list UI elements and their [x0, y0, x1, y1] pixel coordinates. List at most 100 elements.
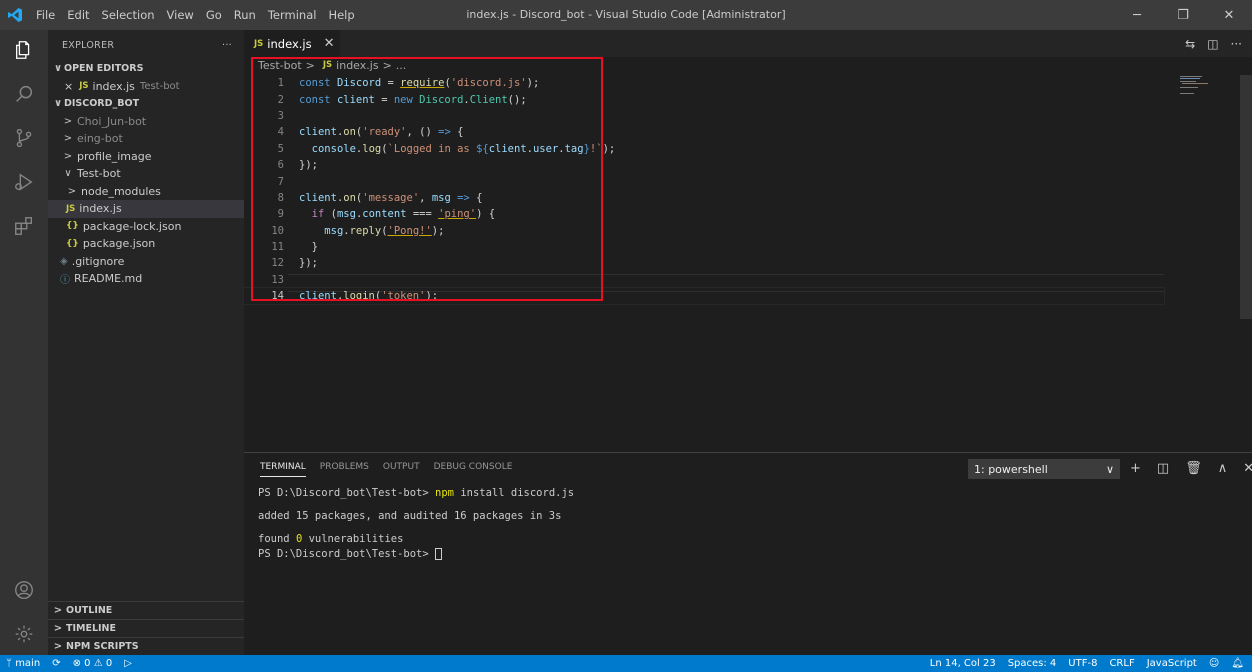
code-line: 1 const Discord = require('discord.js');	[244, 75, 1164, 91]
tree-item-choi-jun-bot[interactable]: > Choi_Jun-bot	[48, 113, 244, 131]
breadcrumb-folder[interactable]: Test-bot	[258, 59, 302, 72]
js-file-icon: JS	[254, 38, 264, 49]
tree-item-index-js[interactable]: JS index.js	[48, 200, 244, 218]
menu-go[interactable]: Go	[200, 0, 228, 30]
tree-item-test-bot[interactable]: ∨ Test-bot	[48, 165, 244, 183]
tree-item-profile-image[interactable]: > profile_image	[48, 148, 244, 166]
debug-icon[interactable]: ▷	[124, 658, 132, 669]
tree-item-package-lock-json[interactable]: {} package-lock.json	[48, 218, 244, 236]
run-debug-icon[interactable]	[0, 162, 48, 202]
branch-status[interactable]: ᛘ main	[6, 658, 40, 669]
timeline-section[interactable]: > TIMELINE	[48, 619, 244, 637]
menu-edit[interactable]: Edit	[61, 0, 95, 30]
line-number: 13	[271, 273, 284, 286]
js-file-icon: JS	[66, 203, 76, 214]
tree-item-node-modules[interactable]: > node_modules	[48, 183, 244, 201]
bottom-panel: TERMINAL PROBLEMS OUTPUT DEBUG CONSOLE 1…	[244, 452, 1252, 655]
window-controls: ─ ❐ ✕	[1114, 0, 1252, 30]
source-control-icon[interactable]	[0, 118, 48, 158]
tree-item-readme[interactable]: ⓘ README.md	[48, 270, 244, 288]
open-editors-section[interactable]: ∨ OPEN EDITORS	[48, 60, 244, 78]
tree-item-eing-bot[interactable]: > eing-bot	[48, 130, 244, 148]
search-icon[interactable]	[0, 74, 48, 114]
more-actions-icon[interactable]: ···	[1231, 37, 1242, 51]
close-window-icon[interactable]: ✕	[1206, 0, 1252, 30]
close-tab-icon[interactable]: ✕	[324, 36, 335, 51]
menu-help[interactable]: Help	[322, 0, 360, 30]
code-line: 10 msg.reply('Pong!');	[244, 223, 1164, 239]
tree-item-label: profile_image	[77, 149, 152, 163]
problems-status[interactable]: ⊗ 0 ⚠ 0	[73, 658, 113, 669]
explorer-more-icon[interactable]: ···	[222, 40, 232, 51]
npm-scripts-label: NPM SCRIPTS	[66, 641, 139, 652]
language-mode[interactable]: JavaScript	[1147, 658, 1197, 669]
breadcrumb-chevron-icon: >	[382, 58, 392, 72]
tab-problems[interactable]: PROBLEMS	[320, 462, 369, 472]
terminal-output[interactable]: PS D:\Discord_bot\Test-bot> npm install …	[258, 487, 574, 563]
open-changes-icon[interactable]: ⇆	[1185, 37, 1195, 51]
breadcrumb: Test-bot > JS index.js > ...	[244, 57, 406, 73]
status-left: ᛘ main ⟳ ⊗ 0 ⚠ 0 ▷	[0, 658, 132, 669]
split-terminal-icon[interactable]: ◫	[1157, 461, 1169, 476]
split-editor-icon[interactable]: ◫	[1207, 37, 1218, 51]
editor-actions: ⇆ ◫ ···	[1185, 30, 1242, 57]
minimize-icon[interactable]: ─	[1114, 0, 1160, 30]
extensions-icon[interactable]	[0, 206, 48, 246]
npm-scripts-section[interactable]: > NPM SCRIPTS	[48, 637, 244, 655]
notifications-bell-icon[interactable]: 🔔︎	[1231, 658, 1244, 669]
cursor-position[interactable]: Ln 14, Col 23	[930, 658, 996, 669]
sync-icon[interactable]: ⟳	[52, 658, 60, 669]
menu-file[interactable]: File	[30, 0, 61, 30]
open-editor-item[interactable]: × JS index.js Test-bot	[48, 78, 244, 96]
discord-bot-root-section[interactable]: ∨ DISCORD_BOT	[48, 95, 244, 113]
restore-icon[interactable]: ❐	[1160, 0, 1206, 30]
maximize-panel-icon[interactable]: ∧	[1218, 461, 1228, 476]
accounts-icon[interactable]	[0, 570, 48, 610]
minimap[interactable]	[1180, 75, 1240, 95]
activity-bar	[0, 30, 48, 655]
outline-section[interactable]: > OUTLINE	[48, 601, 244, 619]
menu-view[interactable]: View	[161, 0, 200, 30]
breadcrumb-file[interactable]: index.js	[336, 59, 378, 72]
sidebar-bottom-sections: > OUTLINE > TIMELINE > NPM SCRIPTS	[48, 601, 244, 655]
chevron-right-icon: >	[53, 605, 63, 616]
tree-item-gitignore[interactable]: ◈ .gitignore	[48, 253, 244, 271]
open-editor-folder: Test-bot	[139, 80, 180, 92]
tree-item-label: Choi_Jun-bot	[77, 114, 147, 128]
kill-terminal-icon[interactable]: 🗑	[1185, 461, 1202, 476]
settings-gear-icon[interactable]	[0, 614, 48, 654]
terminal-line: found 0 vulnerabilities	[258, 533, 574, 548]
terminal-select[interactable]: 1: powershell ∨	[968, 459, 1120, 479]
status-right: Ln 14, Col 23 Spaces: 4 UTF-8 CRLF JavaS…	[930, 655, 1244, 672]
tab-index-js[interactable]: JS index.js ✕	[244, 30, 340, 57]
breadcrumb-tail[interactable]: ...	[396, 59, 407, 72]
explorer-sidebar: EXPLORER ··· ∨ OPEN EDITORS × JS index.j…	[48, 30, 244, 655]
tree-item-package-json[interactable]: {} package.json	[48, 235, 244, 253]
code-text: const Discord = require('discord.js');	[299, 77, 540, 90]
new-terminal-icon[interactable]: +	[1130, 461, 1141, 476]
menu-terminal[interactable]: Terminal	[262, 0, 323, 30]
close-panel-icon[interactable]: ✕	[1243, 461, 1252, 476]
code-line: 8 client.on('message', msg => {	[244, 190, 1164, 206]
code-text: client.on('ready', () => {	[299, 126, 464, 139]
explorer-files-icon[interactable]	[0, 30, 48, 70]
tab-terminal[interactable]: TERMINAL	[260, 462, 306, 477]
warning-count: 0	[105, 658, 113, 669]
tab-debug-console[interactable]: DEBUG CONSOLE	[434, 462, 513, 472]
end-of-line[interactable]: CRLF	[1109, 658, 1134, 669]
terminal-cursor	[435, 548, 443, 560]
chevron-down-icon: ∨	[64, 168, 72, 180]
tree-item-label: eing-bot	[77, 132, 123, 146]
menu-selection[interactable]: Selection	[96, 0, 161, 30]
code-editor[interactable]: 1 const Discord = require('discord.js'); …	[243, 75, 1165, 306]
editor-scrollbar[interactable]	[1240, 75, 1252, 319]
tab-output[interactable]: OUTPUT	[383, 462, 420, 472]
indentation[interactable]: Spaces: 4	[1008, 658, 1057, 669]
encoding[interactable]: UTF-8	[1068, 658, 1097, 669]
feedback-icon[interactable]: ☺	[1209, 658, 1219, 669]
menu-run[interactable]: Run	[228, 0, 262, 30]
tree-item-label: .gitignore	[71, 254, 125, 268]
close-icon[interactable]: ×	[64, 80, 73, 93]
line-number: 4	[277, 126, 284, 139]
code-text: msg.reply('Pong!');	[324, 224, 445, 237]
